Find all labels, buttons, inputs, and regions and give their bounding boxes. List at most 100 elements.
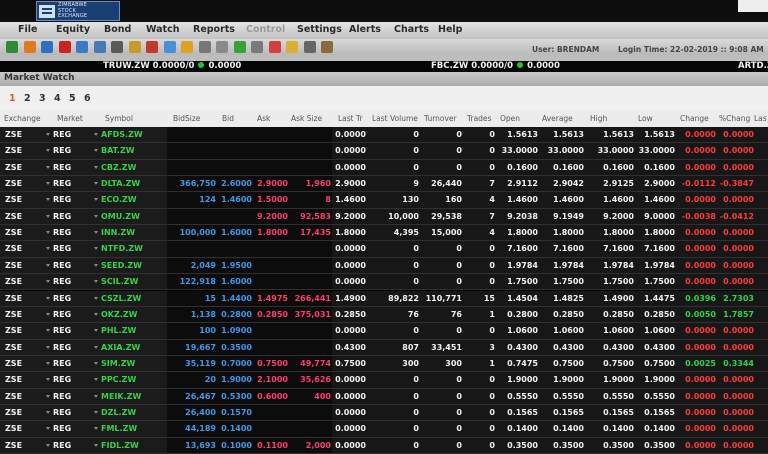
table-row[interactable]: ZSE REG DZL.ZW 26,400 0.1570 0.0000 0 0 0 0.1565 0… [0,404,768,422]
market-dropdown-icon[interactable] [46,378,50,382]
market-dropdown-icon[interactable] [46,427,50,431]
menu-file[interactable]: File [18,24,37,35]
symbol-dropdown-icon[interactable] [94,296,98,300]
symbol-dropdown-icon[interactable] [94,329,98,333]
column-header[interactable]: Market [57,114,83,123]
table-icon[interactable] [163,41,176,53]
column-header[interactable]: Ask [257,114,270,123]
refresh-icon[interactable] [23,41,36,53]
table-row[interactable]: ZSE REG ECO.ZW 124 1.4600 1.5000 8 1.4600 130 160… [0,192,768,209]
market-dropdown-icon[interactable] [46,182,50,186]
cell-symbol[interactable]: OKZ.ZW [101,307,167,323]
menu-control[interactable]: Control [246,24,285,35]
column-header[interactable]: Last Tr [338,114,363,123]
table-row[interactable]: ZSE REG BAT.ZW 0.0000 0 0 0 33.0000 33.0000 33.00… [0,143,768,160]
cell-symbol[interactable]: ECO.ZW [101,192,167,208]
column-header[interactable]: Exchange [4,114,41,123]
menu-alerts[interactable]: Alerts [349,24,381,35]
symbol-dropdown-icon[interactable] [94,312,98,316]
column-header[interactable]: Symbol [105,114,133,123]
column-header[interactable]: %Chang [719,114,750,123]
stop-icon[interactable] [58,41,71,53]
symbol-dropdown-icon[interactable] [94,149,98,153]
symbol-dropdown-icon[interactable] [94,182,98,186]
column-header[interactable]: Change [680,114,709,123]
cell-symbol[interactable]: PPC.ZW [101,372,167,388]
column-header[interactable]: Bid [222,114,234,123]
page-tab-1[interactable]: 1 [9,93,16,104]
symbol-dropdown-icon[interactable] [94,165,98,169]
column-header[interactable]: High [590,114,607,123]
market-dropdown-icon[interactable] [46,312,50,316]
tool-icon[interactable] [321,41,333,53]
page-tab-2[interactable]: 2 [24,93,31,104]
table-row[interactable]: ZSE REG FIDL.ZW 13,693 0.1000 0.1100 2,000 0.00… [0,437,768,454]
table-row[interactable]: ZSE REG PPC.ZW 20 1.9000 2.1000 35,626 0.0000 0 0… [0,372,768,389]
table-row[interactable]: ZSE REG DLTA.ZW 366,750 2.6000 2.9000 1,960 2.9… [0,176,768,193]
symbol-dropdown-icon[interactable] [94,247,98,251]
page-tab-3[interactable]: 3 [39,93,46,104]
cut-icon[interactable] [303,41,316,53]
symbol-dropdown-icon[interactable] [94,231,98,235]
cell-symbol[interactable]: NTFD.ZW [101,241,167,257]
alert-icon[interactable] [268,41,281,53]
menu-settings[interactable]: Settings [297,24,342,35]
cell-symbol[interactable]: FIDL.ZW [101,438,167,454]
market-dropdown-icon[interactable] [46,198,50,202]
market-dropdown-icon[interactable] [46,231,50,235]
symbol-dropdown-icon[interactable] [94,214,98,218]
table-row[interactable]: ZSE REG SIM.ZW 35,119 0.7000 0.7500 49,774 0.75… [0,355,768,373]
cell-symbol[interactable]: AXIA.ZW [101,340,167,356]
market-dropdown-icon[interactable] [46,443,50,447]
table-row[interactable]: ZSE REG FML.ZW 44,189 0.1400 0.0000 0 0 0 0.1400 0… [0,421,768,438]
user-icon[interactable] [76,41,88,53]
column-header[interactable]: Las [754,114,767,123]
market-dropdown-icon[interactable] [46,394,50,398]
cell-symbol[interactable]: MEIK.ZW [101,389,167,405]
menu-bond[interactable]: Bond [104,24,131,35]
table-row[interactable]: ZSE REG MEIK.ZW 26,467 0.5300 0.6000 400 0.0000… [0,388,768,405]
symbol-dropdown-icon[interactable] [94,378,98,382]
cell-symbol[interactable]: FML.ZW [101,421,167,437]
cell-symbol[interactable]: BAT.ZW [101,143,167,159]
market-dropdown-icon[interactable] [46,345,50,349]
symbol-dropdown-icon[interactable] [94,280,98,284]
table-row[interactable]: ZSE REG OMU.ZW 9.2000 92,583 9.2000 10,000 29,5… [0,208,768,226]
edit-icon[interactable] [128,41,141,53]
symbol-dropdown-icon[interactable] [94,427,98,431]
column-header[interactable]: Trades [467,114,491,123]
page-tab-6[interactable]: 6 [84,93,91,104]
symbol-dropdown-icon[interactable] [94,443,98,447]
cell-symbol[interactable]: DZL.ZW [101,405,167,421]
table-row[interactable]: ZSE REG OKZ.ZW 1,138 0.2800 0.2850 375,031 0.28… [0,306,768,324]
table-row[interactable]: ZSE REG PHL.ZW 100 1.0900 0.0000 0 0 0 1.0600 1.06… [0,323,768,340]
table-row[interactable]: ZSE REG CSZL.ZW 15 1.4400 1.4975 266,441 1.4900… [0,290,768,307]
menu-equity[interactable]: Equity [56,24,90,35]
table-row[interactable]: ZSE REG INN.ZW 100,000 1.6000 1.8000 17,435 1.8… [0,225,768,242]
market-dropdown-icon[interactable] [46,133,50,136]
market-dropdown-icon[interactable] [46,361,50,365]
list-icon[interactable] [251,41,263,53]
cell-symbol[interactable]: PHL.ZW [101,323,167,339]
ticker-item[interactable]: ARTD.Z [738,61,768,71]
market-dropdown-icon[interactable] [46,410,50,414]
symbol-dropdown-icon[interactable] [94,198,98,202]
window-icon[interactable] [216,41,228,53]
cell-symbol[interactable]: INN.ZW [101,225,167,241]
grid-icon[interactable] [111,41,123,53]
symbol-dropdown-icon[interactable] [94,394,98,398]
table-row[interactable]: ZSE REG SCIL.ZW 122,918 1.6000 0.0000 0 0 0 1.750… [0,274,768,291]
cell-symbol[interactable]: CBZ.ZW [101,160,167,176]
cell-symbol[interactable]: SIM.ZW [101,356,167,372]
order-icon[interactable] [181,41,193,53]
cell-symbol[interactable]: SCIL.ZW [101,274,167,290]
column-header[interactable]: Average [542,114,573,123]
settings-icon[interactable] [198,41,211,53]
page-tab-4[interactable]: 4 [54,93,61,104]
symbol-dropdown-icon[interactable] [94,263,98,267]
market-dropdown-icon[interactable] [46,296,50,300]
table-row[interactable]: ZSE REG AFDS.ZW 0.0000 0 0 0 1.5613 1.5613 1.5613… [0,127,768,144]
table-row[interactable]: ZSE REG NTFD.ZW 0.0000 0 0 0 7.1600 7.1600 7.1600… [0,241,768,258]
cell-symbol[interactable]: AFDS.ZW [101,127,167,143]
menu-charts[interactable]: Charts [394,24,429,35]
